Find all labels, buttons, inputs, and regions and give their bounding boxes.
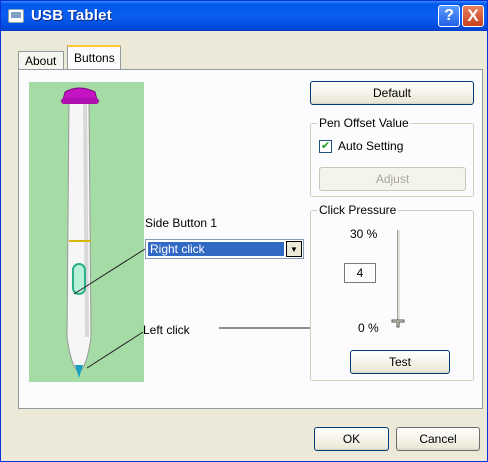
click-pressure-label: Click Pressure [317,203,399,217]
dialog-window: USB Tablet ? X About Buttons Default Pen… [0,0,488,462]
pen-illustration [29,82,144,382]
pen-offset-label: Pen Offset Value [317,116,411,130]
ok-button[interactable]: OK [314,427,389,451]
tip-button-label: Left click [143,323,190,337]
auto-setting-label: Auto Setting [338,139,404,153]
buttons-panel: Default Pen Offset Value Auto Setting Ad… [18,69,483,409]
default-button[interactable]: Default [310,81,474,105]
click-pressure-group: Click Pressure Test [310,203,474,381]
test-button[interactable]: Test [350,350,450,374]
pressure-value: 4 [344,263,376,283]
dropdown-arrow-icon[interactable]: ▼ [286,241,302,257]
pen-offset-group: Pen Offset Value Auto Setting Adjust [310,116,474,197]
pressure-max-label: 30 % [350,227,378,241]
tab-about[interactable]: About [18,51,64,70]
cancel-button[interactable]: Cancel [396,427,480,451]
close-button[interactable]: X [462,5,484,27]
app-icon [8,9,24,23]
side-button-label: Side Button 1 [145,216,218,230]
pressure-slider-thumb[interactable] [391,314,405,328]
adjust-button[interactable]: Adjust [319,167,466,191]
pressure-min-label: 0 % [358,321,379,335]
title-bar[interactable]: USB Tablet ? X [1,1,487,31]
help-button[interactable]: ? [438,5,460,27]
pressure-slider-track[interactable] [397,230,401,326]
side-button-select[interactable]: Right click ▼ [145,239,304,259]
tab-buttons[interactable]: Buttons [67,45,121,70]
side-button-value: Right click [148,242,284,256]
auto-setting-checkbox[interactable] [319,139,332,153]
window-title: USB Tablet [31,7,112,24]
